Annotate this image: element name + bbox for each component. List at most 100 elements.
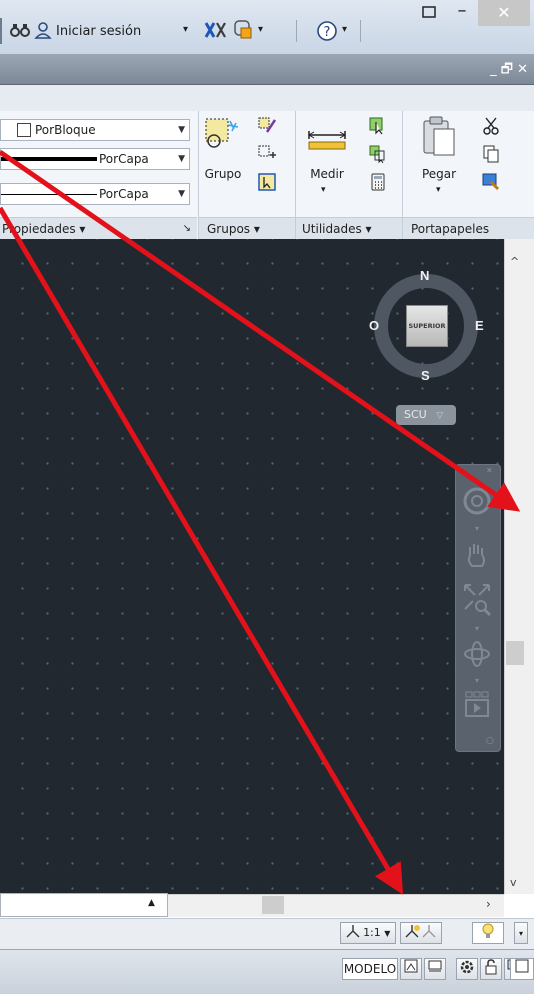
copy-icon[interactable] xyxy=(482,145,500,163)
navbar-options-icon[interactable]: ○ xyxy=(486,736,494,746)
workspace-button[interactable] xyxy=(456,958,478,980)
quick-view-icon xyxy=(428,960,442,976)
linetype-dropdown[interactable]: PorCapa ▼ xyxy=(0,148,190,170)
clean-screen-icon xyxy=(515,959,529,976)
ribbon: PorBloque ▼ PorCapa ▼ PorCapa ▼ Propieda… xyxy=(0,111,534,240)
group-selection-icon[interactable] xyxy=(258,173,276,191)
chevron-down-icon[interactable]: ▾ xyxy=(460,676,494,685)
ucs-menu-button[interactable]: SCU ▽ xyxy=(396,405,456,425)
viewcube-top-face[interactable]: SUPERIOR xyxy=(406,305,448,347)
annotation-scale-button[interactable]: 1:1 ▼ xyxy=(340,922,396,944)
zoom-extents-icon[interactable] xyxy=(460,582,494,619)
doc-restore-icon[interactable]: 🗗 xyxy=(501,62,513,77)
clipboard-panel-title[interactable]: Portapapeles xyxy=(403,217,534,240)
properties-panel-label: Propiedades ▾ xyxy=(2,222,86,236)
quick-view-button[interactable] xyxy=(424,958,446,980)
groups-panel-title[interactable]: Grupos ▾ xyxy=(199,217,295,240)
horizontal-scroll-thumb[interactable] xyxy=(262,896,284,914)
compass-south[interactable]: S xyxy=(421,368,430,383)
scroll-up-icon[interactable]: ^ xyxy=(510,255,519,268)
close-button[interactable]: ✕ xyxy=(478,0,530,26)
user-icon[interactable] xyxy=(34,21,52,42)
document-window-controls[interactable]: _ 🗗 ✕ xyxy=(490,60,528,82)
color-value: PorBloque xyxy=(35,123,96,137)
showmotion-icon[interactable] xyxy=(460,690,494,723)
select-similar-icon[interactable] xyxy=(369,145,387,164)
chevron-down-icon[interactable]: ▾ xyxy=(460,524,494,533)
paste-icon[interactable] xyxy=(420,115,460,162)
title-separator-2 xyxy=(360,20,361,42)
group-icon[interactable] xyxy=(204,117,242,158)
question-icon[interactable]: ? xyxy=(316,20,338,45)
properties-panel-title[interactable]: Propiedades ▾ ↘ xyxy=(0,217,197,240)
doc-close-icon[interactable]: ✕ xyxy=(517,62,528,77)
pan-icon[interactable] xyxy=(460,540,494,573)
exchange-icon[interactable] xyxy=(204,20,228,43)
color-dropdown[interactable]: PorBloque ▼ xyxy=(0,119,190,141)
command-history-icon[interactable]: ▲ xyxy=(148,898,155,908)
signin-dropdown-icon[interactable]: ▾ xyxy=(183,24,188,35)
match-properties-icon[interactable] xyxy=(482,173,500,191)
lineweight-value: PorCapa xyxy=(99,187,149,201)
lock-ui-button[interactable] xyxy=(480,958,502,980)
measure-dropdown-icon[interactable]: ▾ xyxy=(321,185,326,195)
chevron-down-icon: ▼ xyxy=(178,125,185,135)
group-button-label[interactable]: Grupo xyxy=(202,167,244,181)
chevron-down-icon: ▾ xyxy=(518,929,523,938)
measure-button-label[interactable]: Medir xyxy=(302,167,352,181)
cut-icon[interactable] xyxy=(482,117,500,135)
chevron-down-icon: ▽ xyxy=(436,411,444,421)
layout-icon xyxy=(404,959,418,976)
color-swatch xyxy=(17,123,31,137)
svg-text:?: ? xyxy=(324,25,331,40)
horizontal-scrollbar[interactable] xyxy=(168,894,504,917)
chevron-down-icon: ▼ xyxy=(178,154,185,164)
vertical-scroll-thumb[interactable] xyxy=(506,641,524,665)
scroll-down-icon[interactable]: v xyxy=(510,876,517,889)
lightbulb-icon xyxy=(481,923,495,942)
orbit-icon[interactable] xyxy=(460,638,494,673)
measure-icon[interactable] xyxy=(306,125,348,154)
isolate-objects-button[interactable] xyxy=(472,922,504,944)
doc-minimize-icon[interactable]: _ xyxy=(490,62,497,77)
calculator-icon[interactable] xyxy=(369,173,387,191)
paste-button-label[interactable]: Pegar xyxy=(414,167,464,181)
binoculars-icon[interactable] xyxy=(10,22,30,42)
model-tab-button[interactable]: MODELO xyxy=(342,958,398,980)
utilities-panel-title[interactable]: Utilidades ▾ xyxy=(296,217,402,240)
compass-east[interactable]: E xyxy=(475,318,484,333)
chevron-down-icon[interactable]: ▾ xyxy=(460,624,494,633)
group-edit-icon[interactable] xyxy=(258,145,276,163)
paste-dropdown-icon[interactable]: ▾ xyxy=(436,185,441,195)
vertical-scrollbar[interactable] xyxy=(504,239,534,894)
annotation-visibility-button[interactable] xyxy=(400,922,442,944)
ucs-label: SCU xyxy=(404,408,427,421)
navbar-close-icon[interactable]: ✕ xyxy=(486,466,493,475)
scroll-right-icon[interactable]: › xyxy=(486,897,491,911)
steering-wheel-icon[interactable] xyxy=(460,486,494,519)
layout-button[interactable] xyxy=(400,958,422,980)
dialog-launcher-icon[interactable]: ↘ xyxy=(183,218,191,240)
compass-west[interactable]: O xyxy=(369,318,379,333)
lock-icon xyxy=(484,959,498,978)
chevron-down-icon: ▼ xyxy=(384,929,391,938)
lineweight-dropdown[interactable]: PorCapa ▼ xyxy=(0,183,190,205)
signin-link[interactable]: Iniciar sesión xyxy=(56,24,141,39)
store-dropdown-icon[interactable]: ▾ xyxy=(258,24,263,35)
compass-north[interactable]: N xyxy=(420,268,429,283)
title-divider xyxy=(0,18,2,44)
annotation-bar xyxy=(0,918,534,950)
thin-line-preview xyxy=(1,194,97,195)
annotation-scale-label: 1:1 xyxy=(363,926,381,939)
clean-screen-button[interactable] xyxy=(510,958,534,980)
annotation-menu-button[interactable]: ▾ xyxy=(514,922,528,944)
quick-select-icon[interactable] xyxy=(369,117,387,135)
title-bar: Iniciar sesión ▾ ▾ ? ▾ – ✕ xyxy=(0,0,534,55)
help-dropdown-icon[interactable]: ▾ xyxy=(342,24,347,35)
ungroup-icon[interactable] xyxy=(258,117,277,135)
minimize-button[interactable]: – xyxy=(450,0,474,28)
app-store-icon[interactable] xyxy=(232,18,254,43)
maximize-button[interactable] xyxy=(414,0,444,28)
command-line-input[interactable]: ▲ xyxy=(0,893,168,917)
utilities-panel-label: Utilidades ▾ xyxy=(302,222,372,236)
